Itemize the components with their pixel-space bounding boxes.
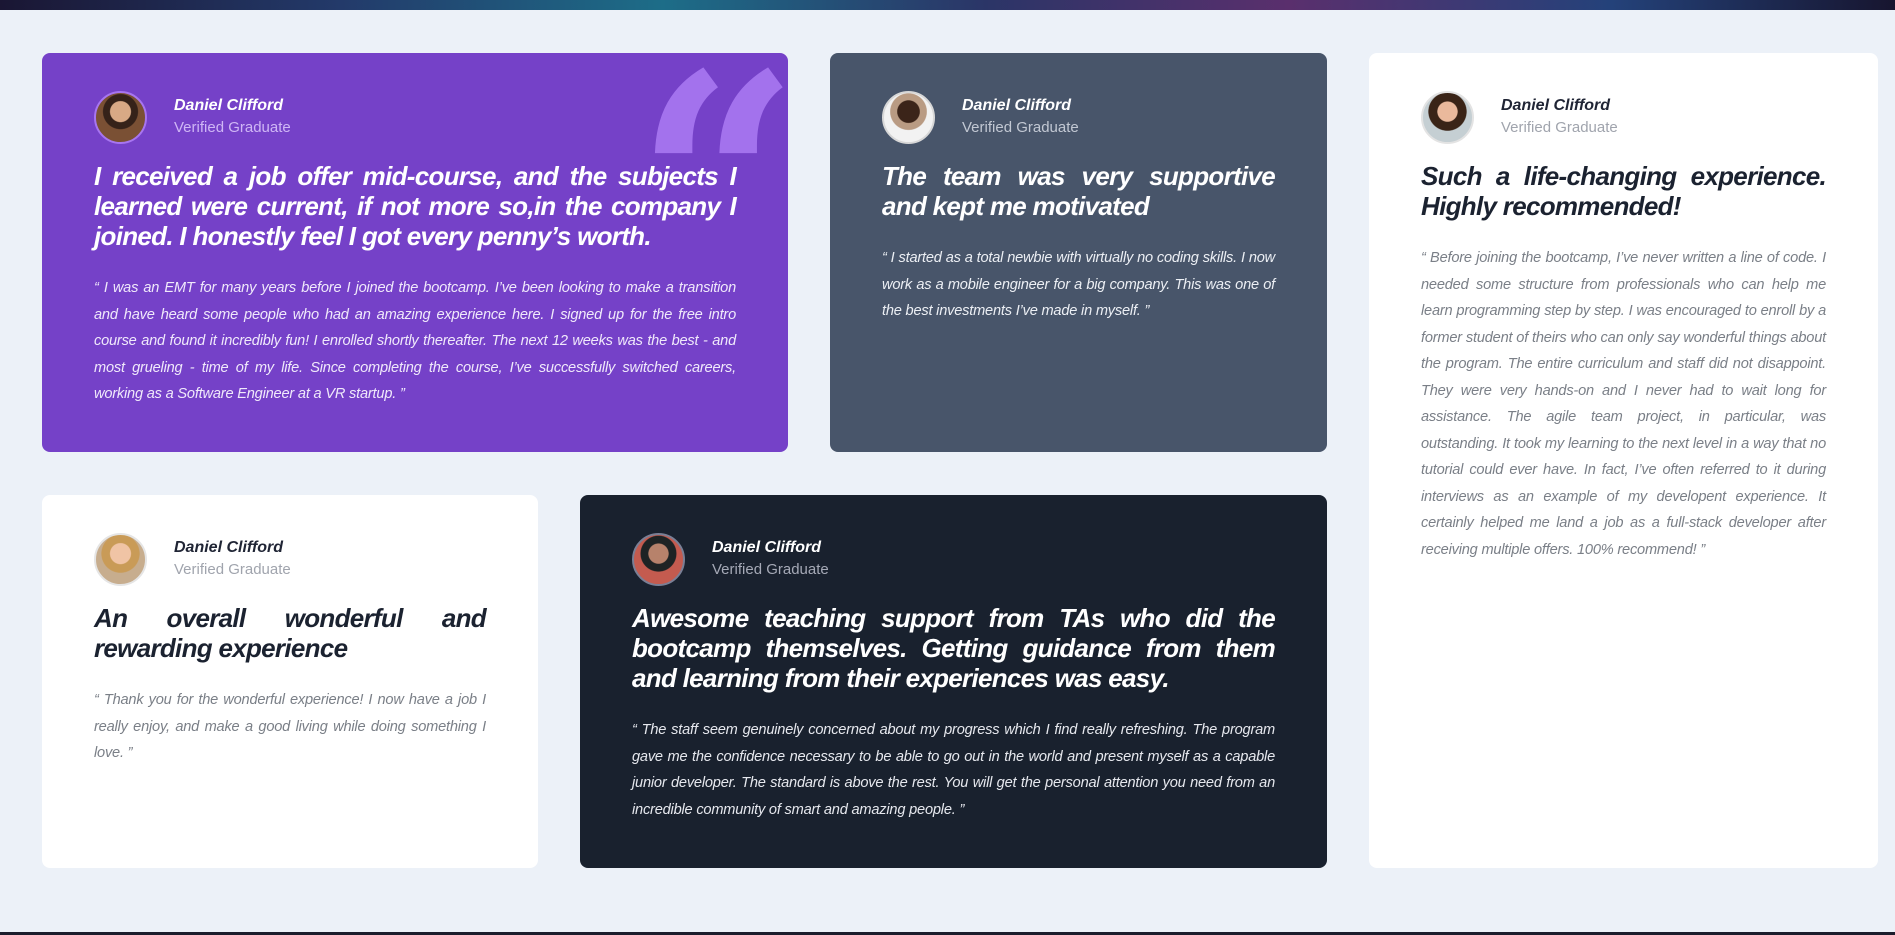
testimonial-author: Daniel Clifford Verified Graduate	[632, 531, 1275, 587]
testimonial-body: “ Thank you for the wonderful experience…	[94, 692, 486, 761]
author-info: Daniel Clifford Verified Graduate	[1501, 95, 1618, 139]
author-name: Daniel Clifford	[962, 97, 1072, 114]
author-info: Daniel Clifford Verified Graduate	[712, 537, 829, 581]
avatar	[94, 532, 147, 586]
author-name: Daniel Clifford	[174, 97, 284, 114]
author-info: Daniel Clifford Verified Graduate	[174, 537, 291, 581]
testimonial-card-4: Daniel Clifford Verified Graduate An ove…	[42, 495, 538, 868]
testimonial-headline: I received a job offer mid-course, and t…	[94, 161, 737, 251]
testimonial-body: “ I started as a total newbie with virtu…	[882, 250, 1275, 319]
author-role: Verified Graduate	[962, 119, 1079, 136]
testimonial-card-5: Daniel Clifford Verified Graduate Awesom…	[580, 495, 1327, 868]
author-name: Daniel Clifford	[174, 539, 284, 556]
testimonial-author: Daniel Clifford Verified Graduate	[94, 531, 486, 587]
author-name: Daniel Clifford	[1501, 97, 1611, 114]
top-gradient-bar	[0, 0, 1895, 10]
testimonial-author: Daniel Clifford Verified Graduate	[882, 89, 1275, 145]
avatar	[632, 532, 685, 586]
testimonial-headline: Awesome teaching support from TAs who di…	[632, 603, 1276, 693]
testimonial-body: “ The staff seem genuinely concerned abo…	[632, 722, 1275, 818]
author-name: Daniel Clifford	[712, 539, 822, 556]
author-role: Verified Graduate	[1501, 119, 1618, 136]
author-role: Verified Graduate	[174, 119, 291, 136]
testimonial-body: “ I was an EMT for many years before I j…	[94, 280, 736, 402]
testimonial-headline: The team was very supportive and kept me…	[882, 161, 1276, 221]
testimonial-card-2: Daniel Clifford Verified Graduate The te…	[830, 53, 1327, 452]
avatar	[882, 90, 935, 144]
testimonial-card-3: Daniel Clifford Verified Graduate Such a…	[1369, 53, 1878, 868]
testimonial-headline: An overall wonderful and rewarding exper…	[94, 603, 487, 663]
testimonial-body: “ Before joining the bootcamp, I’ve neve…	[1421, 250, 1826, 558]
author-info: Daniel Clifford Verified Graduate	[174, 95, 291, 139]
testimonial-author: Daniel Clifford Verified Graduate	[1421, 89, 1826, 145]
testimonial-author: Daniel Clifford Verified Graduate	[94, 89, 736, 145]
testimonial-headline: Such a life-changing experience. Highly …	[1421, 161, 1827, 221]
avatar	[94, 90, 147, 144]
author-role: Verified Graduate	[174, 561, 291, 578]
testimonial-card-1: “ Daniel Clifford Verified Graduate I re…	[42, 53, 788, 452]
author-info: Daniel Clifford Verified Graduate	[962, 95, 1079, 139]
author-role: Verified Graduate	[712, 561, 829, 578]
avatar	[1421, 90, 1474, 144]
